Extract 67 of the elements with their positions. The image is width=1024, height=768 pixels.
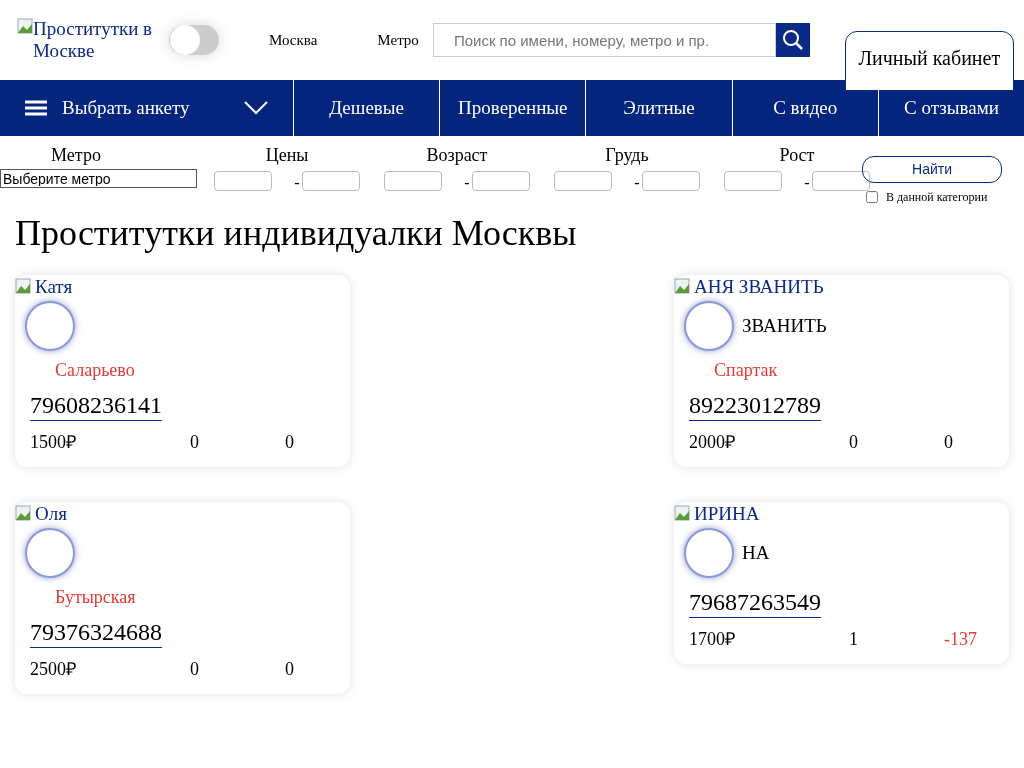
filter-label: Возраст [426,144,488,167]
page-title: Проститутки индивидуалки Москвы [14,215,578,251]
price: 2000₽ [689,430,736,454]
menu-icon [25,100,47,116]
theme-switch[interactable] [169,25,219,55]
range-separator: - [464,175,470,191]
broken-image-icon [674,505,690,521]
range-separator: - [294,175,300,191]
filter-label: Метро [51,144,101,167]
range-separator: - [804,175,810,191]
search-button[interactable] [775,23,810,57]
stat-value: 0 [944,430,954,454]
stat-value: 1 [849,627,859,651]
photo-alt-link[interactable]: ИРИНА [694,503,760,523]
range-min-field[interactable] [724,171,783,191]
search-field[interactable]: Поиск по имени, номеру, метро и пр. [432,23,776,57]
metro-station: Спартак [714,358,778,382]
category-label: В данной категории [886,189,988,206]
range-max-field[interactable] [301,171,360,191]
range-max-field[interactable] [811,171,870,191]
search-icon [781,29,804,51]
price: 1500₽ [30,430,77,454]
city-label[interactable]: Москва [269,28,318,52]
broken-image-icon [15,505,31,521]
phone-link[interactable]: 79608236141 [30,389,162,421]
account-button[interactable]: Личный кабинет [844,30,1014,91]
phone-link[interactable]: 79687263549 [689,586,821,618]
broken-image-icon [17,18,33,34]
range-separator: - [634,175,640,191]
range-min-field[interactable] [554,171,613,191]
nav-link[interactable]: Дешевые [294,80,441,136]
nav-link[interactable]: С видео [732,80,879,136]
price: 2500₽ [30,657,77,681]
filter-label: Грудь [605,144,649,167]
stat-value: 0 [285,430,295,454]
phone-link[interactable]: 79376324688 [30,616,162,648]
metro-label[interactable]: Метро [377,28,419,52]
metro-select[interactable]: Выберите метро [0,169,197,188]
range-max-field[interactable] [641,171,700,191]
logo-alt-link[interactable]: Проститутки в Москве [33,18,157,62]
stat-value: 0 [849,430,859,454]
range-max-field[interactable] [471,171,530,191]
photo-alt-link[interactable]: Оля [35,503,67,523]
metro-station: Саларьево [55,358,135,382]
phone-link[interactable]: 89223012789 [689,389,821,421]
range-min-field[interactable] [384,171,443,191]
stat-value: 0 [190,430,200,454]
nav-link[interactable]: Проверенные [440,80,587,136]
photo-alt-link[interactable]: АНЯ ЗВАНИТЬ [694,276,824,296]
photo-alt-link[interactable]: Катя [35,276,73,296]
broken-image-icon [15,278,31,294]
profile-name: НА [742,540,770,565]
stat-value: 0 [190,657,200,681]
stat-value: 0 [285,657,295,681]
metro-station: Бутырская [55,585,136,609]
chevron-down-icon [244,101,268,115]
profile-name: ЗВАНИТЬ [742,313,827,338]
nav-link[interactable]: Элитные [586,80,733,136]
profile-menu-button[interactable]: Выбрать анкету [0,80,294,136]
find-button[interactable]: Найти [862,156,1002,183]
category-checkbox[interactable] [866,191,878,203]
price: 1700₽ [689,627,736,651]
filter-label: Цены [265,144,309,167]
stat-value: -137 [944,627,978,651]
range-min-field[interactable] [214,171,273,191]
broken-image-icon [674,278,690,294]
filter-label: Рост [779,144,815,167]
